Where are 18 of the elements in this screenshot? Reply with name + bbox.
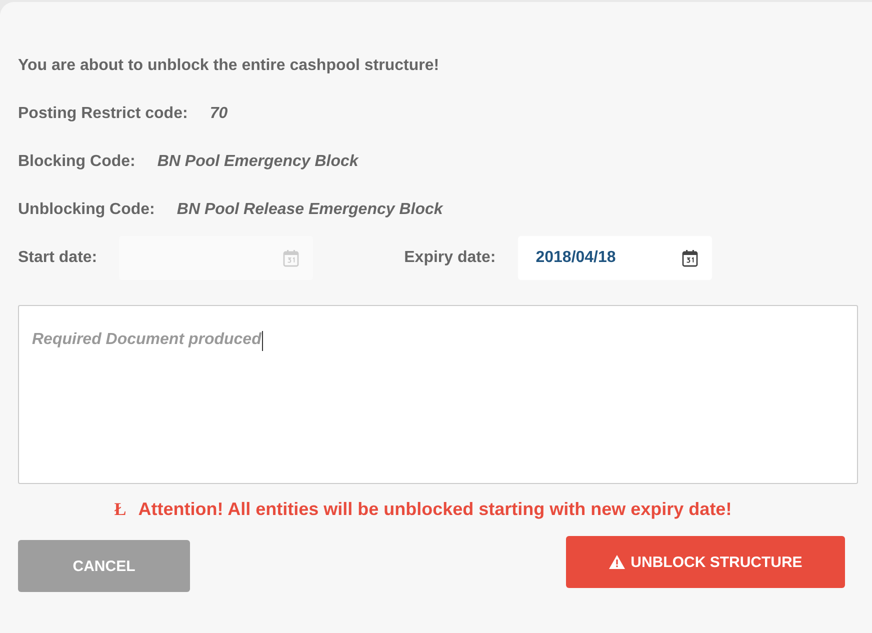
cancel-button[interactable]: CANCEL xyxy=(18,540,190,592)
calendar-icon[interactable] xyxy=(682,249,698,267)
warning-message: Attention! All entities will be unblocked starting with new expiry date! xyxy=(138,499,732,520)
text-cursor xyxy=(262,331,264,351)
field-label: Posting Restrict code: xyxy=(18,105,188,123)
date-field[interactable]: 2018/04/18 xyxy=(518,236,712,280)
warning-icon xyxy=(608,555,625,569)
unblock-button[interactable]: UNBLOCK STRUCTURE xyxy=(566,536,845,588)
field-label: Unblocking Code: xyxy=(18,201,155,219)
field-value: 70 xyxy=(210,105,228,123)
warning-icon: Ł xyxy=(114,499,126,520)
comment-field[interactable]: Required Document produced xyxy=(18,305,858,484)
field-value: BN Pool Release Emergency Block xyxy=(176,201,443,219)
field-value: BN Pool Emergency Block xyxy=(157,153,358,171)
field-label: Blocking Code: xyxy=(18,153,136,171)
dialog-heading: You are about to unblock the entire cashpool structure! xyxy=(18,57,440,75)
date-label: Start date: xyxy=(18,249,98,267)
date-label: Expiry date: xyxy=(404,249,496,267)
